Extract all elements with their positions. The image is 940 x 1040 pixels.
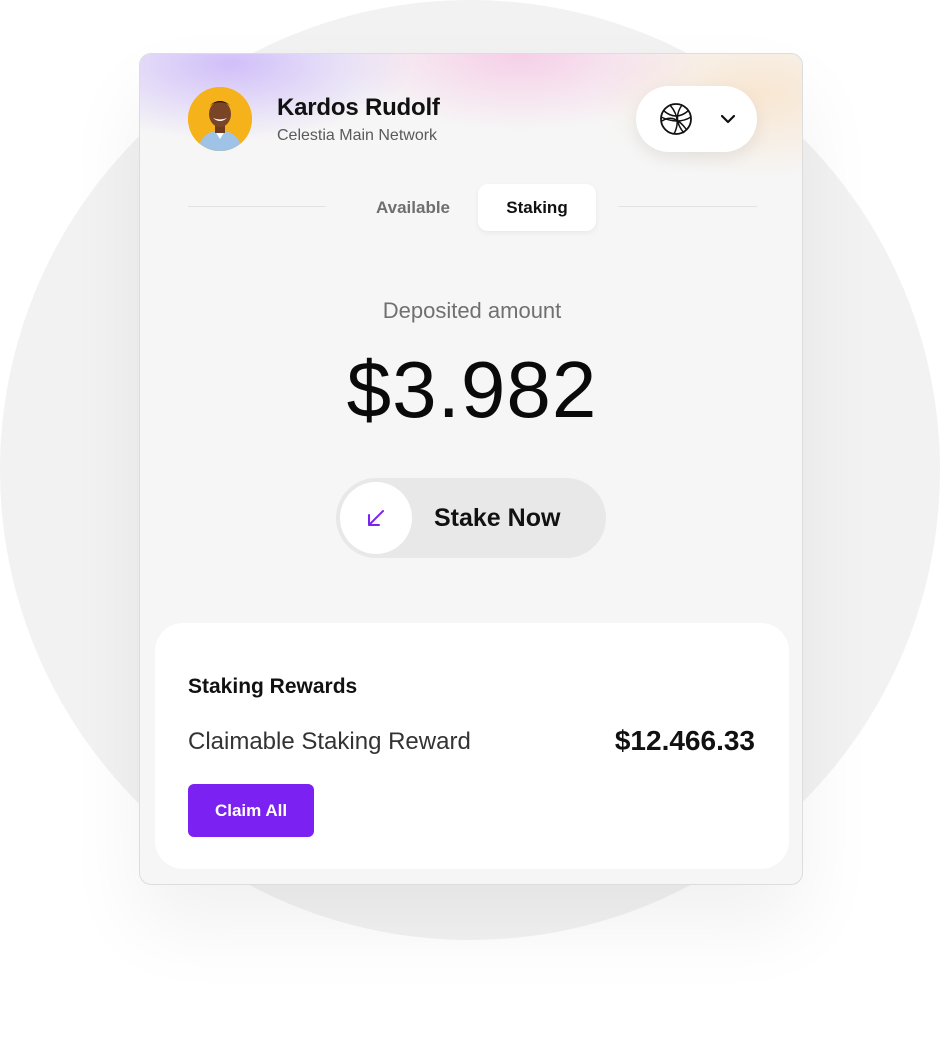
network-selector-button[interactable] bbox=[636, 86, 757, 152]
globe-icon bbox=[659, 103, 692, 135]
tab-available[interactable]: Available bbox=[358, 184, 468, 231]
network-name: Celestia Main Network bbox=[277, 127, 438, 144]
claimable-reward-value: $12.466.33 bbox=[614, 725, 755, 756]
avatar[interactable] bbox=[188, 87, 252, 151]
claim-all-button[interactable]: Claim All bbox=[188, 784, 314, 837]
tabs-divider-left bbox=[188, 206, 326, 207]
arrow-down-left-icon bbox=[368, 510, 384, 526]
person-avatar-icon bbox=[188, 87, 252, 151]
tabs-divider-right bbox=[618, 206, 757, 207]
stake-now-label: Stake Now bbox=[434, 504, 561, 532]
stake-icon-circle bbox=[340, 482, 412, 554]
deposit-label: Deposited amount bbox=[382, 298, 562, 323]
wallet-card: Kardos Rudolf Celestia Main Network Avai… bbox=[139, 53, 803, 885]
chevron-down-icon bbox=[720, 114, 735, 124]
tab-staking[interactable]: Staking bbox=[478, 184, 596, 231]
deposit-amount: $3.982 bbox=[346, 345, 598, 434]
header-gradient bbox=[140, 54, 802, 254]
rewards-title: Staking Rewards bbox=[188, 675, 358, 698]
staking-rewards-panel: Staking Rewards Claimable Staking Reward… bbox=[155, 623, 789, 869]
stake-now-button[interactable]: Stake Now bbox=[336, 478, 606, 558]
user-name: Kardos Rudolf bbox=[277, 94, 440, 121]
claimable-reward-label: Claimable Staking Reward bbox=[188, 728, 471, 755]
